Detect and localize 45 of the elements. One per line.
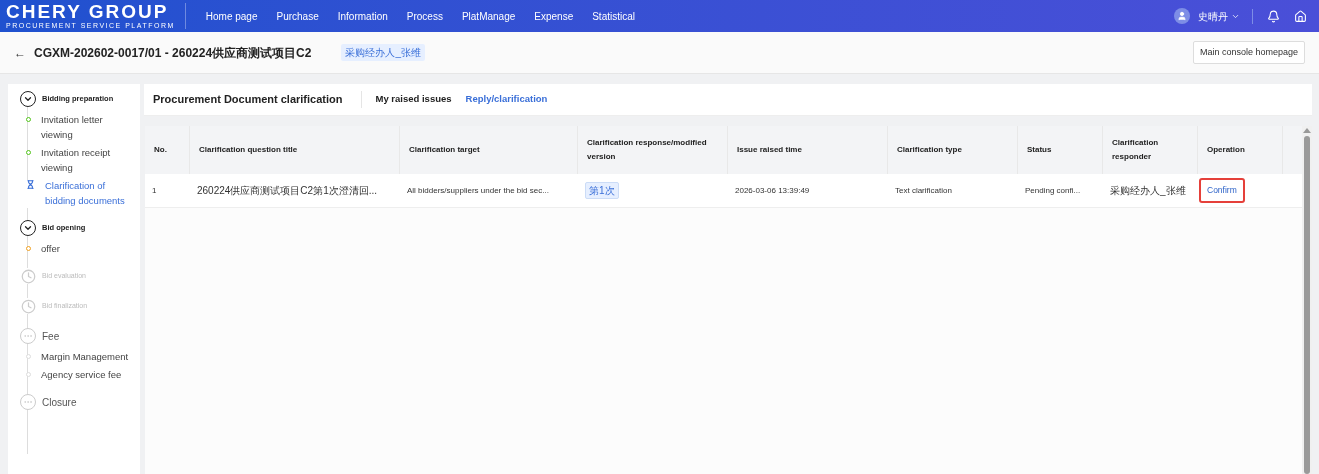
- version-tag: 第1次: [585, 182, 619, 199]
- notification-icon[interactable]: [1267, 9, 1280, 23]
- table-cell: 1: [152, 184, 157, 197]
- column-header: Clarification target: [409, 144, 480, 156]
- table-cell-text: 260224供应商测试项目C2第1次澄清回...: [197, 184, 378, 198]
- column-header: Clarification question title: [199, 144, 298, 156]
- nav-link[interactable]: Information: [337, 8, 388, 24]
- nav-link[interactable]: Statistical: [592, 8, 635, 24]
- nav-link[interactable]: Purchase: [276, 8, 319, 24]
- role-tag: 采购经办人_张维: [341, 44, 426, 61]
- column-header: Issue raised time: [737, 144, 802, 156]
- logo-title: CHERY GROUP: [6, 3, 170, 21]
- table-cell-text: 采购经办人_张维: [1110, 184, 1186, 198]
- main-console-button[interactable]: Main console homepage: [1192, 40, 1305, 65]
- user-avatar-icon: [1174, 8, 1190, 24]
- column-header: No.: [154, 144, 167, 156]
- step-item[interactable]: Invitation letter viewing: [41, 112, 129, 142]
- panel-heading: Procurement Document clarification: [153, 91, 362, 108]
- table-cell: All bidders/suppliers under the bid sec...: [407, 184, 549, 197]
- step-item[interactable]: offer: [41, 241, 129, 256]
- user-menu[interactable]: 史晴丹: [1198, 8, 1253, 24]
- home-icon[interactable]: [1294, 9, 1307, 23]
- table-cell: Pending confi...: [1025, 184, 1081, 197]
- project-title: CGXM-202602-0017/01 - 260224供应商测试项目C2: [34, 44, 312, 62]
- stage-label[interactable]: Closure: [42, 394, 77, 410]
- back-button[interactable]: ←: [14, 43, 26, 62]
- step-item[interactable]: Agency service fee: [41, 367, 129, 382]
- step-item[interactable]: Margin Management: [41, 349, 129, 364]
- nav-link[interactable]: Home page: [205, 8, 258, 24]
- step-item[interactable]: Clarification of bidding documents: [45, 178, 133, 208]
- nav-link[interactable]: Process: [406, 8, 443, 24]
- column-header: Status: [1027, 144, 1052, 156]
- column-header: Clarification response/modified version: [587, 137, 708, 163]
- column-header: Clarification responder: [1112, 137, 1160, 163]
- table-cell: 2026-03-06 13:39:49: [735, 184, 810, 197]
- confirm-link[interactable]: Confirm: [1199, 178, 1245, 203]
- stage-label[interactable]: Fee: [42, 328, 60, 344]
- nav-link[interactable]: PlatManage: [461, 8, 516, 24]
- column-header: Clarification type: [897, 144, 962, 156]
- tab[interactable]: Reply/clarification: [465, 92, 548, 107]
- nav-link[interactable]: Expense: [534, 8, 574, 24]
- table-cell: Text clarification: [895, 184, 952, 197]
- tab[interactable]: My raised issues: [375, 92, 452, 107]
- step-item[interactable]: Invitation receipt viewing: [41, 145, 129, 175]
- column-header: Operation: [1207, 144, 1245, 156]
